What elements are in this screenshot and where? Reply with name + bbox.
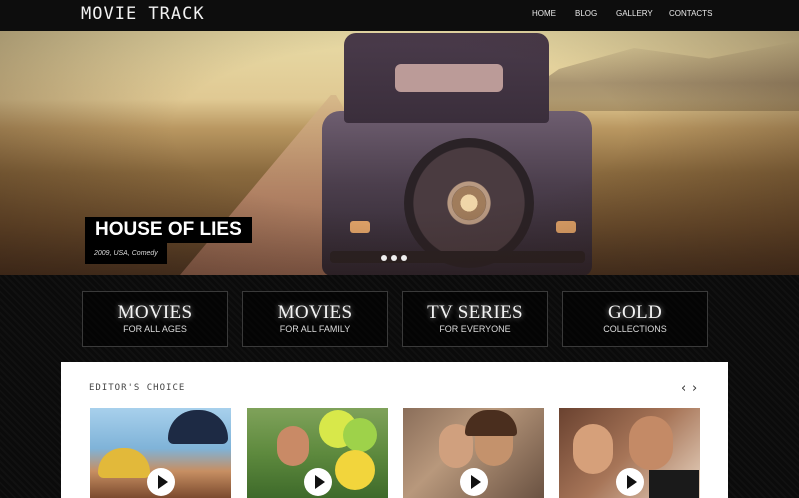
hair <box>465 410 517 436</box>
slider-pagination <box>381 255 407 261</box>
hero-title[interactable]: HOUSE OF LIES <box>85 217 252 243</box>
category-title: TV SERIES <box>427 302 523 323</box>
nav-contacts[interactable]: CONTACTS <box>669 9 712 18</box>
firefighter-helmet <box>168 410 228 444</box>
thumbnail-firefighters[interactable] <box>90 408 231 498</box>
play-icon[interactable] <box>147 468 175 496</box>
category-movies-all-family[interactable]: MOVIES FOR ALL FAMILY <box>242 291 388 347</box>
slider-dot-1[interactable] <box>381 255 387 261</box>
site-logo[interactable]: MOVIE TRACK <box>81 4 205 24</box>
tuxedo <box>649 470 699 498</box>
category-subtitle: FOR ALL AGES <box>123 324 187 334</box>
slider-dot-3[interactable] <box>401 255 407 261</box>
category-subtitle: FOR EVERYONE <box>439 324 511 334</box>
category-gold-collections[interactable]: GOLD COLLECTIONS <box>562 291 708 347</box>
balloon-green <box>343 418 377 452</box>
category-movies-all-ages[interactable]: MOVIES FOR ALL AGES <box>82 291 228 347</box>
section-title: EDITOR'S CHOICE <box>89 383 186 393</box>
hero-slider[interactable]: HOUSE OF LIES 2009, USA, Comedy <box>0 31 799 275</box>
category-title: GOLD <box>608 302 662 323</box>
face-woman <box>573 424 613 474</box>
hero-subtitle: 2009, USA, Comedy <box>85 243 167 264</box>
category-tv-series[interactable]: TV SERIES FOR EVERYONE <box>402 291 548 347</box>
category-title: MOVIES <box>117 302 193 323</box>
hard-hat <box>98 448 150 478</box>
nav-blog[interactable]: BLOG <box>575 9 597 18</box>
play-icon[interactable] <box>460 468 488 496</box>
top-bar: MOVIE TRACK HOME BLOG GALLERY CONTACTS <box>0 0 799 31</box>
face-man <box>629 416 673 470</box>
chevron-left-icon[interactable]: ‹ <box>681 381 686 396</box>
thumbnail-girl-with-balloons[interactable] <box>247 408 388 498</box>
girl-face <box>277 426 309 466</box>
chevron-right-icon[interactable]: › <box>692 381 697 396</box>
nav-home[interactable]: HOME <box>532 9 556 18</box>
thumbnail-couple-smiling[interactable] <box>559 408 700 498</box>
category-subtitle: COLLECTIONS <box>603 324 667 334</box>
slider-dot-2[interactable] <box>391 255 397 261</box>
editors-choice-panel: EDITOR'S CHOICE ‹ › <box>61 362 728 498</box>
play-icon[interactable] <box>616 468 644 496</box>
play-icon[interactable] <box>304 468 332 496</box>
nav-gallery[interactable]: GALLERY <box>616 9 653 18</box>
category-subtitle: FOR ALL FAMILY <box>279 324 351 334</box>
category-title: MOVIES <box>277 302 353 323</box>
balloon-yellow-2 <box>335 450 375 490</box>
thumbnail-couple-kissing[interactable] <box>403 408 544 498</box>
